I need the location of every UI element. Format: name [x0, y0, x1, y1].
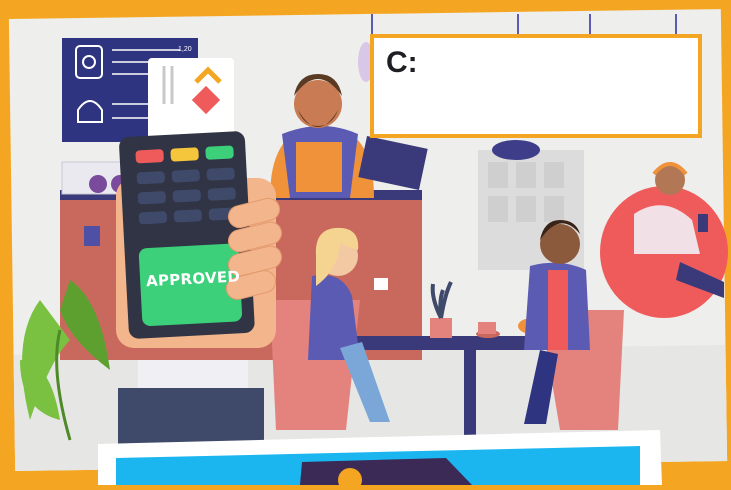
- coffee-cup: [478, 322, 496, 334]
- sleeve: [118, 388, 264, 448]
- payment-terminal: [116, 131, 283, 448]
- menu-price: 1,20: [178, 46, 192, 53]
- question-card: C:: [370, 34, 702, 138]
- loyalty-card: [148, 58, 234, 140]
- question-label: C:: [386, 46, 418, 79]
- table-plant-pot: [430, 318, 452, 338]
- cup: [84, 226, 100, 246]
- pendant-lamp: [492, 140, 540, 160]
- cafe-payment-illustration: 1,20 APPROVED C:: [0, 0, 731, 490]
